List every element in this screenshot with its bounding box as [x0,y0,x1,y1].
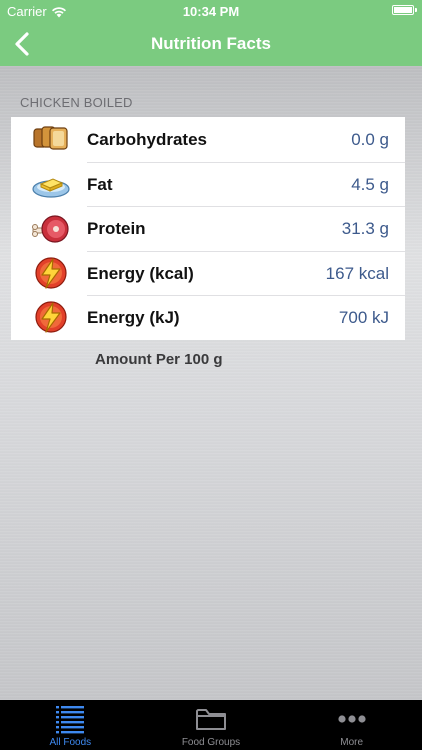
nutrient-value: 0.0 g [351,130,389,149]
tab-bar: All Foods Food Groups More [0,700,422,750]
bread-icon [31,122,71,156]
app-screen: Carrier 10:34 PM Nutrition Facts CHICKEN… [0,0,422,750]
nutrient-row-carbohydrates[interactable]: Carbohydrates 0.0 g [11,117,405,162]
section-header: CHICKEN BOILED [20,95,133,110]
tab-label: All Foods [49,737,92,748]
tab-more[interactable]: More [281,700,422,750]
page-title: Nutrition Facts [151,34,271,53]
folder-icon [194,704,228,734]
nutrient-row-energy-kcal[interactable]: Energy (kcal) 167 kcal [11,250,405,296]
nutrient-value: 167 kcal [325,263,389,283]
nutrient-value: 700 kJ [338,308,389,328]
energy-bolt-icon [31,256,71,290]
top-bar: Carrier 10:34 PM Nutrition Facts [0,0,422,66]
more-dots-icon [335,704,369,734]
tab-food-groups[interactable]: Food Groups [141,700,282,750]
energy-bolt-icon [31,300,71,334]
status-bar: Carrier 10:34 PM [0,0,422,22]
meat-icon [31,211,71,245]
list-icon [53,704,87,734]
tab-all-foods[interactable]: All Foods [0,700,141,750]
status-time: 10:34 PM [182,4,240,19]
amount-footnote: Amount Per 100 g [95,351,223,368]
battery-icon [392,5,417,15]
nutrient-row-protein[interactable]: Protein 31.3 g [11,206,405,251]
nutrition-table: Carbohydrates 0.0 g Fat 4.5 g Protein 31… [11,117,405,340]
nutrient-label: Fat [87,174,113,194]
content-area[interactable]: CHICKEN BOILED Carbohydrates 0.0 g Fat 4… [0,66,422,700]
nutrient-label: Energy (kcal) [87,263,194,283]
navigation-bar: Nutrition Facts [0,22,422,66]
tab-label: Food Groups [181,737,241,748]
nutrient-label: Carbohydrates [87,130,207,149]
tab-label: More [340,737,364,748]
butter-icon [31,167,71,201]
nutrient-row-fat[interactable]: Fat 4.5 g [11,161,405,207]
nutrient-label: Energy (kJ) [87,308,180,328]
nutrient-row-energy-kj[interactable]: Energy (kJ) 700 kJ [11,295,405,340]
nutrient-value: 4.5 g [351,174,389,194]
nutrient-value: 31.3 g [341,219,389,239]
nutrient-label: Protein [87,219,146,239]
